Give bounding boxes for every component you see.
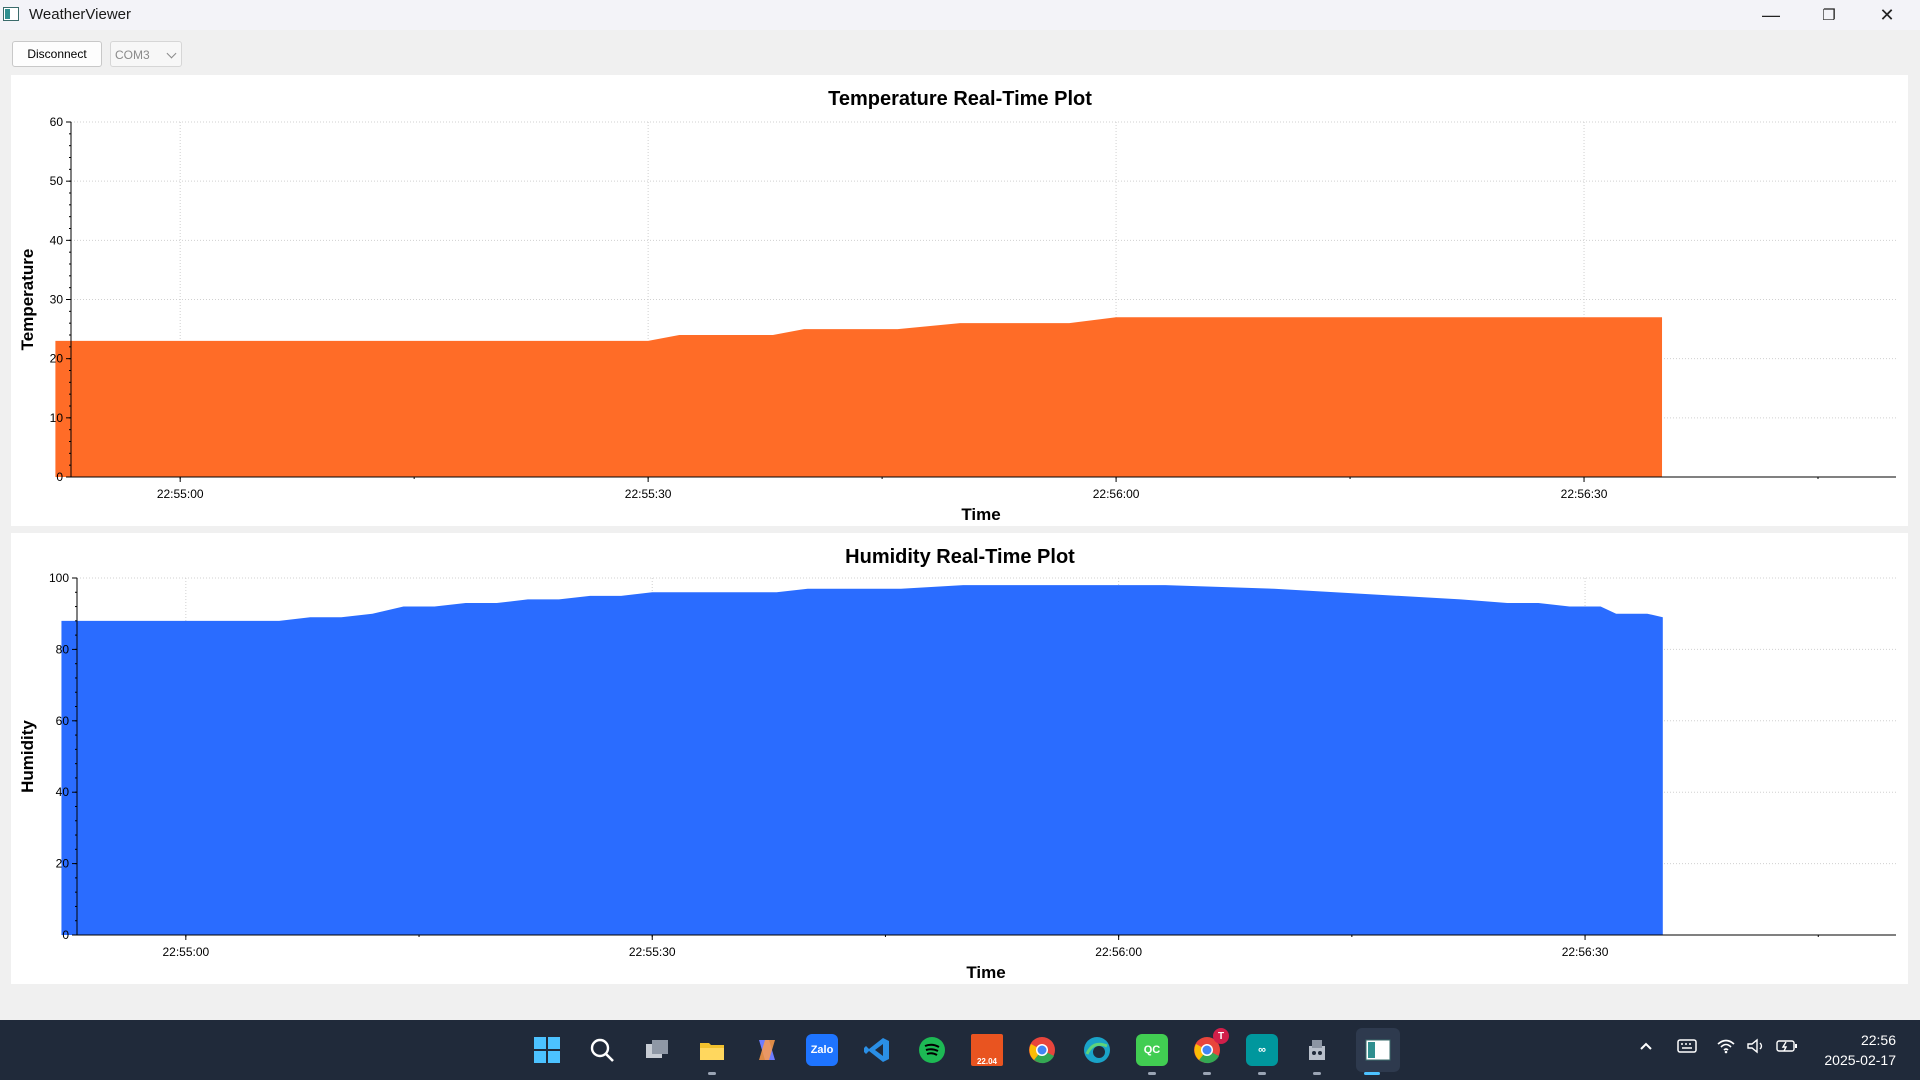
x-tick-label: 22:55:30 [625, 487, 672, 501]
active-indicator [1364, 1072, 1380, 1075]
chevron-down-icon [166, 48, 177, 59]
taskbar: Zalo 22.04 QC T ∞ 22:56 2025-02-17 [0, 1020, 1920, 1080]
app-icon [3, 7, 19, 21]
tray-overflow-icon[interactable] [1638, 1038, 1654, 1058]
arduino-icon[interactable]: ∞ [1246, 1034, 1278, 1066]
humidity-chart-panel: 0 20 40 60 80 100 22:55:00 22:55:30 22:56:00 22:5… [11, 533, 1908, 984]
clock-date: 2025-02-17 [1824, 1052, 1896, 1068]
humidity-chart: 0 20 40 60 80 100 22:55:00 22:55:30 22:56:00 22:5… [18, 546, 1896, 982]
y-tick-label: 60 [56, 714, 70, 728]
copilot-icon[interactable] [751, 1034, 783, 1066]
keyboard-icon[interactable] [1677, 1038, 1697, 1058]
notification-badge: T [1213, 1028, 1229, 1044]
y-tick-label: 50 [50, 174, 64, 188]
y-tick-label: 80 [56, 642, 70, 656]
start-icon[interactable] [531, 1034, 563, 1066]
x-axis-label: Time [966, 963, 1005, 982]
humidity-chart-title: Humidity Real-Time Plot [845, 546, 1075, 568]
disconnect-button[interactable]: Disconnect [12, 41, 102, 67]
x-tick-label: 22:56:00 [1095, 945, 1142, 959]
edge-icon[interactable] [1081, 1034, 1113, 1066]
ubuntu-version-label: 22.04 [976, 1057, 998, 1066]
volume-icon[interactable] [1746, 1038, 1766, 1058]
battery-icon[interactable] [1776, 1038, 1798, 1058]
minimize-icon: — [1762, 4, 1780, 25]
temperature-chart: 0 10 20 30 40 50 60 22:55:00 22:55:30 22:56:00 22:… [18, 88, 1896, 524]
weatherviewer-taskbar-icon[interactable] [1356, 1028, 1400, 1072]
close-icon: ✕ [1879, 4, 1895, 25]
task-view-icon[interactable] [641, 1034, 673, 1066]
x-axis-label: Time [961, 505, 1000, 524]
y-tick-label: 0 [56, 470, 63, 484]
qt-creator-icon[interactable]: QC [1136, 1034, 1168, 1066]
y-tick-label: 40 [56, 785, 70, 799]
y-tick-label: 20 [56, 857, 70, 871]
minimize-button[interactable]: — [1742, 0, 1800, 30]
humidity-area-series [61, 585, 1663, 935]
y-tick-label: 100 [49, 571, 69, 585]
y-tick-label: 20 [50, 352, 64, 366]
chrome-profile-icon[interactable]: T [1191, 1028, 1229, 1066]
toolbar: Disconnect COM3 [0, 30, 1920, 74]
x-tick-label: 22:56:30 [1562, 945, 1609, 959]
x-tick-label: 22:56:00 [1093, 487, 1140, 501]
ubuntu-icon[interactable]: 22.04 [971, 1034, 1003, 1066]
ros-icon[interactable] [1301, 1034, 1333, 1066]
port-select[interactable]: COM3 [110, 41, 182, 67]
port-select-value: COM3 [115, 48, 150, 62]
wifi-icon[interactable] [1716, 1038, 1736, 1058]
y-tick-label: 10 [50, 411, 64, 425]
vscode-icon[interactable] [861, 1034, 893, 1066]
restore-button[interactable]: ❐ [1800, 0, 1858, 30]
temperature-area-series [55, 317, 1663, 477]
search-icon[interactable] [586, 1034, 618, 1066]
y-tick-label: 30 [50, 293, 64, 307]
y-axis-label: Humidity [18, 720, 37, 793]
running-indicator [708, 1072, 716, 1075]
spotify-icon[interactable] [916, 1034, 948, 1066]
x-tick-label: 22:55:00 [157, 487, 204, 501]
running-indicator [1313, 1072, 1321, 1075]
running-indicator [1148, 1072, 1156, 1075]
zalo-icon[interactable]: Zalo [806, 1034, 838, 1066]
window-title: WeatherViewer [29, 6, 131, 23]
close-button[interactable]: ✕ [1858, 0, 1916, 30]
running-indicator [1203, 1072, 1211, 1075]
x-tick-label: 22:55:30 [629, 945, 676, 959]
arduino-icon-label: ∞ [1258, 1044, 1266, 1056]
clock-time: 22:56 [1860, 1032, 1896, 1048]
file-explorer-icon[interactable] [696, 1034, 728, 1066]
temperature-chart-panel: 0 10 20 30 40 50 60 22:55:00 22:55:30 22:56:00 22:… [11, 75, 1908, 526]
system-clock[interactable]: 22:56 2025-02-17 [1824, 1030, 1896, 1070]
y-axis-label: Temperature [18, 249, 37, 351]
x-tick-label: 22:55:00 [162, 945, 209, 959]
temperature-chart-title: Temperature Real-Time Plot [828, 88, 1092, 110]
title-bar: WeatherViewer — ❐ ✕ [0, 0, 1920, 30]
chrome-icon[interactable] [1026, 1034, 1058, 1066]
x-tick-label: 22:56:30 [1561, 487, 1608, 501]
qt-creator-icon-label: QC [1143, 1044, 1161, 1056]
y-tick-label: 0 [62, 928, 69, 942]
restore-icon: ❐ [1822, 7, 1836, 24]
y-tick-label: 40 [50, 233, 64, 247]
zalo-icon-label: Zalo [810, 1044, 834, 1056]
running-indicator [1258, 1072, 1266, 1075]
y-tick-label: 60 [50, 115, 64, 129]
